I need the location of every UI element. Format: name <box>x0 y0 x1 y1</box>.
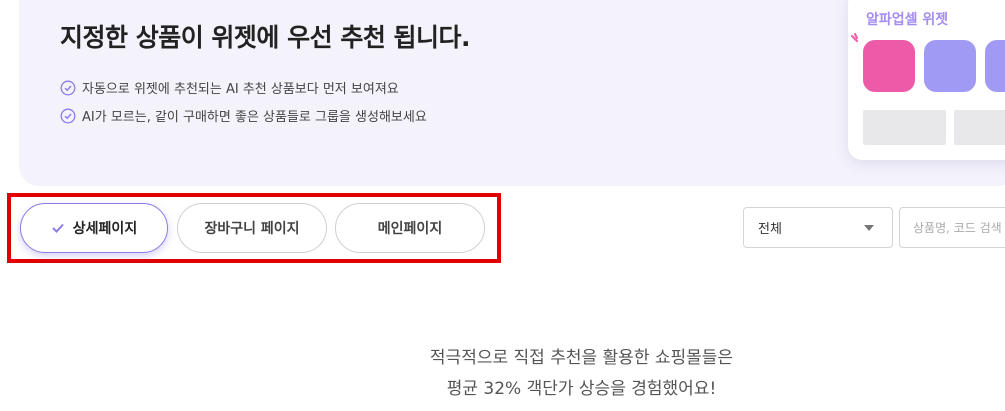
chevron-down-icon <box>864 225 874 231</box>
sparkle-icon <box>851 33 858 42</box>
widget-preview-placeholder <box>863 110 946 145</box>
tab-cart-page[interactable]: 장바구니 페이지 <box>177 203 327 253</box>
widget-preview-placeholder <box>954 110 1005 145</box>
banner-point-text: 자동으로 위젯에 추천되는 AI 추천 상품보다 먼저 보여져요 <box>82 82 399 97</box>
tab-label: 메인페이지 <box>377 221 443 237</box>
banner-headline: 지정한 상품이 위젯에 우선 추천 됩니다. <box>60 23 471 52</box>
tab-label: 장바구니 페이지 <box>204 221 300 237</box>
banner-point-text: AI가 모르는, 같이 구매하면 좋은 상품들로 그룹을 생성해보세요 <box>82 110 427 125</box>
widget-preview-tile <box>924 40 976 92</box>
widget-preview-title: 알파업셀 위젯 <box>866 12 949 28</box>
tab-detail-page[interactable]: 상세페이지 <box>20 203 168 253</box>
tab-label: 상세페이지 <box>72 221 138 237</box>
check-circle-icon <box>60 80 76 95</box>
widget-preview-tile <box>863 40 915 92</box>
banner-point: AI가 모르는, 같이 구매하면 좋은 상품들로 그룹을 생성해보세요 <box>60 106 427 125</box>
banner-point: 자동으로 위젯에 추천되는 AI 추천 상품보다 먼저 보여져요 <box>60 78 399 97</box>
promo-text-line: 적극적으로 직접 추천을 활용한 쇼핑몰들은 <box>429 348 734 368</box>
widget-preview-tile <box>985 40 1005 92</box>
product-search-input[interactable] <box>899 207 1005 248</box>
check-icon <box>52 223 64 233</box>
filter-selected-value: 전체 <box>758 222 782 237</box>
category-filter-select[interactable]: 전체 <box>743 207 893 248</box>
promo-text-line: 평균 32% 객단가 상승을 경험했어요! <box>446 379 717 399</box>
tab-main-page[interactable]: 메인페이지 <box>335 203 485 253</box>
check-circle-icon <box>60 108 76 123</box>
